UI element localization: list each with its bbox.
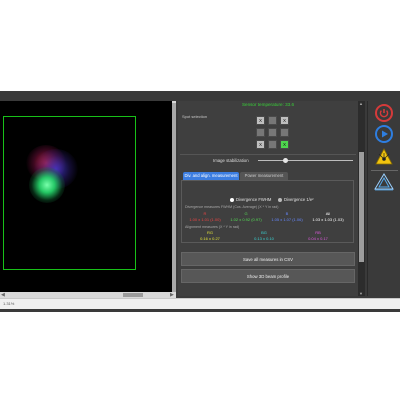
- zoom-label: 1.31%: [3, 301, 15, 306]
- spot-selection-label: Spot selection: [182, 114, 208, 119]
- toolbar-divider: [371, 170, 398, 171]
- viewer-vertical-scrollbar[interactable]: [172, 101, 176, 296]
- spot-cell[interactable]: [268, 116, 277, 125]
- right-toolbar: [367, 101, 400, 296]
- logo-shape-icon: [374, 173, 394, 191]
- value-column-value: 0.13 x 0.10: [254, 236, 274, 241]
- spot-cell[interactable]: X: [256, 116, 265, 125]
- panel-vertical-scrollbar[interactable]: ▲ ▼: [358, 101, 365, 296]
- sensor-temperature: Sensor temperature: 33.6: [241, 102, 295, 107]
- value-column-value: 1.00 x 1.01 (1.00): [189, 217, 221, 222]
- scroll-thumb[interactable]: [172, 103, 176, 293]
- radio-divergence-fwhm[interactable]: Divergence FWHM: [230, 197, 271, 202]
- spot-selection-grid: X X X X: [256, 116, 292, 152]
- control-panel: Sensor temperature: 33.6 Spot selection …: [178, 101, 358, 296]
- value-column-value: 1.05 x 1.07 (1.06): [271, 217, 303, 222]
- value-column-name: B: [285, 211, 289, 216]
- spot-cell[interactable]: X: [256, 140, 265, 149]
- value-column-name: All: [325, 211, 331, 216]
- value-column-name: R: [203, 211, 207, 216]
- alignment-caption: Alignment measures (X * Y in rad): [185, 225, 240, 229]
- value-column-name: RG: [207, 230, 213, 235]
- beam-spot-green: [29, 167, 65, 203]
- value-column-value: 1.02 x 0.92 (0.97): [230, 217, 262, 222]
- spot-cell[interactable]: X: [280, 140, 289, 149]
- scroll-thumb[interactable]: [359, 152, 364, 262]
- scroll-up-arrow[interactable]: ▲: [359, 101, 363, 106]
- divergence-caption: Divergence measures FWHM (Cos. Average) …: [185, 205, 279, 209]
- image-stabilization-label: Image stabilization: [213, 158, 249, 163]
- divider: [180, 154, 356, 155]
- laser-triangle-icon: [375, 148, 393, 165]
- value-column-value: 0.16 x 0.27: [200, 236, 220, 241]
- spot-cell[interactable]: [268, 128, 277, 137]
- scroll-down-arrow[interactable]: ▼: [359, 291, 363, 296]
- value-column-value: 0.04 x 0.17: [308, 236, 328, 241]
- spot-cell[interactable]: [268, 140, 277, 149]
- play-icon[interactable]: [375, 125, 393, 143]
- tab-div-align[interactable]: Div. and align. measurement: [183, 172, 239, 180]
- radio-label: Divergence FWHM: [236, 197, 272, 202]
- stop-icon[interactable]: [375, 104, 393, 122]
- scroll-thumb[interactable]: [123, 293, 143, 297]
- image-stabilization-slider[interactable]: [258, 160, 353, 161]
- spot-cell[interactable]: [256, 128, 265, 137]
- show-3d-profile-button[interactable]: Show 3D beam profile: [181, 269, 355, 283]
- play-glyph-icon: [382, 130, 388, 138]
- save-csv-button[interactable]: Save all measures in CSV: [181, 252, 355, 266]
- slider-handle[interactable]: [282, 158, 288, 163]
- spot-cell[interactable]: [280, 128, 289, 137]
- beam-image-viewer[interactable]: [0, 101, 176, 296]
- radio-selected-icon: [230, 197, 234, 202]
- laser-warning-icon[interactable]: [375, 148, 393, 166]
- spot-cell[interactable]: X: [280, 116, 289, 125]
- value-column-name: RB: [315, 230, 321, 235]
- radio-label: Divergence 1/e²: [284, 197, 314, 202]
- radio-divergence-1e2[interactable]: Divergence 1/e²: [278, 197, 314, 202]
- logo-icon: [374, 173, 394, 191]
- status-bar: 1.31%: [0, 298, 400, 309]
- radio-icon: [278, 197, 282, 202]
- power-glyph-icon: [379, 109, 389, 118]
- value-column-value: 1.03 x 1.03 (1.03): [312, 217, 344, 222]
- value-column-name: G: [244, 211, 248, 216]
- roi-rectangle[interactable]: [3, 116, 136, 270]
- value-column-name: BG: [261, 230, 267, 235]
- app-window: Sensor temperature: 33.6 Spot selection …: [0, 91, 400, 312]
- tab-power[interactable]: Power measurement: [240, 172, 288, 180]
